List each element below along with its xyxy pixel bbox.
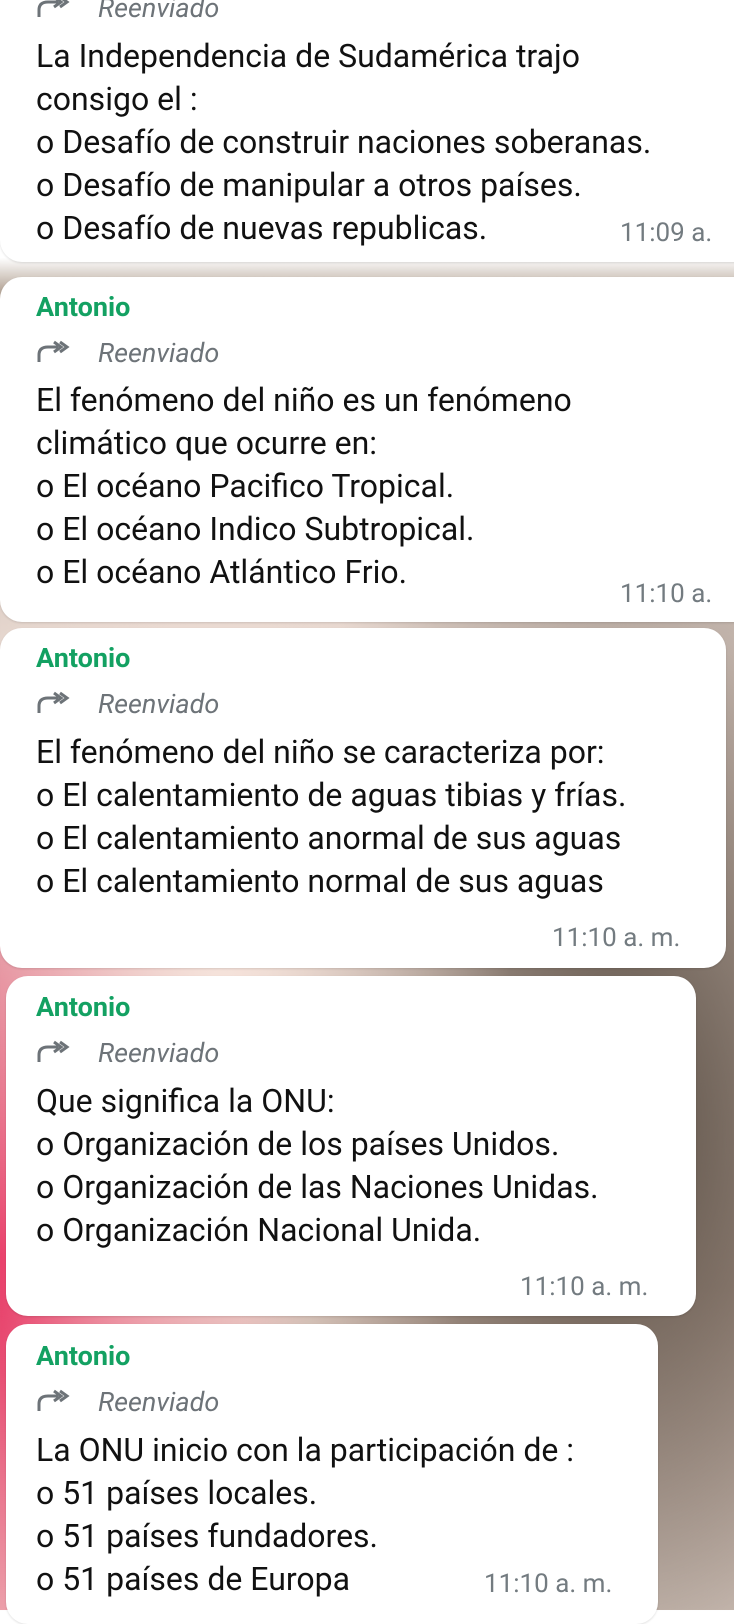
forwarded-arrow-icon bbox=[37, 340, 70, 362]
sender-name[interactable]: Antonio bbox=[36, 1340, 130, 1372]
message-line: o El calentamiento normal de sus aguas bbox=[36, 862, 604, 900]
message-bubble[interactable]: Antonio Reenviado El fenómeno del niño e… bbox=[0, 277, 734, 622]
message-line: o Organización de las Naciones Unidas. bbox=[36, 1168, 599, 1206]
message-line: o 51 países fundadores. bbox=[36, 1517, 378, 1555]
message-line: o 51 países de Europa bbox=[36, 1560, 350, 1598]
message-line: o Desafío de manipular a otros países. bbox=[36, 166, 582, 204]
sender-name[interactable]: Antonio bbox=[36, 291, 130, 323]
message-time: 11:10 a. bbox=[620, 579, 713, 609]
message-line: El fenómeno del niño se caracteriza por: bbox=[36, 733, 605, 771]
message-bubble[interactable]: Reenviado La Independencia de Sudamérica… bbox=[0, 0, 734, 262]
forwarded-label: Reenviado bbox=[98, 688, 220, 720]
forwarded-indicator: Reenviado bbox=[36, 688, 219, 720]
forwarded-label: Reenviado bbox=[98, 1386, 220, 1418]
forwarded-indicator: Reenviado bbox=[36, 337, 219, 369]
forwarded-label: Reenviado bbox=[98, 0, 220, 24]
message-line: o El océano Atlántico Frio. bbox=[36, 553, 408, 591]
message-line: La ONU inicio con la participación de : bbox=[36, 1431, 575, 1469]
message-bubble[interactable]: Antonio Reenviado El fenómeno del niño s… bbox=[0, 628, 726, 968]
message-line: La Independencia de Sudamérica trajo bbox=[36, 37, 580, 75]
message-line: o Desafío de construir naciones soberana… bbox=[36, 123, 652, 161]
message-line: Que significa la ONU: bbox=[36, 1082, 335, 1120]
forwarded-arrow-icon bbox=[37, 1040, 70, 1062]
forwarded-arrow-icon bbox=[37, 0, 70, 17]
forwarded-indicator: Reenviado bbox=[36, 1037, 219, 1069]
message-line: o El calentamiento anormal de sus aguas bbox=[36, 819, 622, 857]
message-line: o El océano Pacifico Tropical. bbox=[36, 467, 455, 505]
message-time: 11:10 a. m. bbox=[484, 1569, 613, 1599]
message-line: climático que ocurre en: bbox=[36, 424, 378, 462]
sender-name[interactable]: Antonio bbox=[36, 991, 130, 1023]
message-line: o Organización de los países Unidos. bbox=[36, 1125, 560, 1163]
sender-name[interactable]: Antonio bbox=[36, 642, 130, 674]
forwarded-indicator: Reenviado bbox=[36, 0, 219, 24]
forwarded-indicator: Reenviado bbox=[36, 1386, 219, 1418]
message-time: 11:10 a. m. bbox=[552, 923, 681, 953]
message-bubble[interactable]: Antonio Reenviado Que significa la ONU: … bbox=[6, 976, 696, 1316]
message-time: 11:09 a. bbox=[620, 218, 713, 248]
message-line: o Organización Nacional Unida. bbox=[36, 1211, 482, 1249]
forwarded-arrow-icon bbox=[37, 1389, 70, 1411]
message-line: o El océano Indico Subtropical. bbox=[36, 510, 475, 548]
forwarded-label: Reenviado bbox=[98, 1037, 220, 1069]
message-line: consigo el : bbox=[36, 80, 198, 118]
message-line: o El calentamiento de aguas tibias y frí… bbox=[36, 776, 627, 814]
forwarded-arrow-icon bbox=[37, 691, 70, 713]
message-line: o 51 países locales. bbox=[36, 1474, 318, 1512]
message-time: 11:10 a. m. bbox=[520, 1272, 649, 1302]
message-line: El fenómeno del niño es un fenómeno bbox=[36, 381, 572, 419]
message-bubble[interactable]: Antonio Reenviado La ONU inicio con la p… bbox=[6, 1324, 658, 1624]
forwarded-label: Reenviado bbox=[98, 337, 220, 369]
message-line: o Desafío de nuevas republicas. bbox=[36, 209, 488, 247]
